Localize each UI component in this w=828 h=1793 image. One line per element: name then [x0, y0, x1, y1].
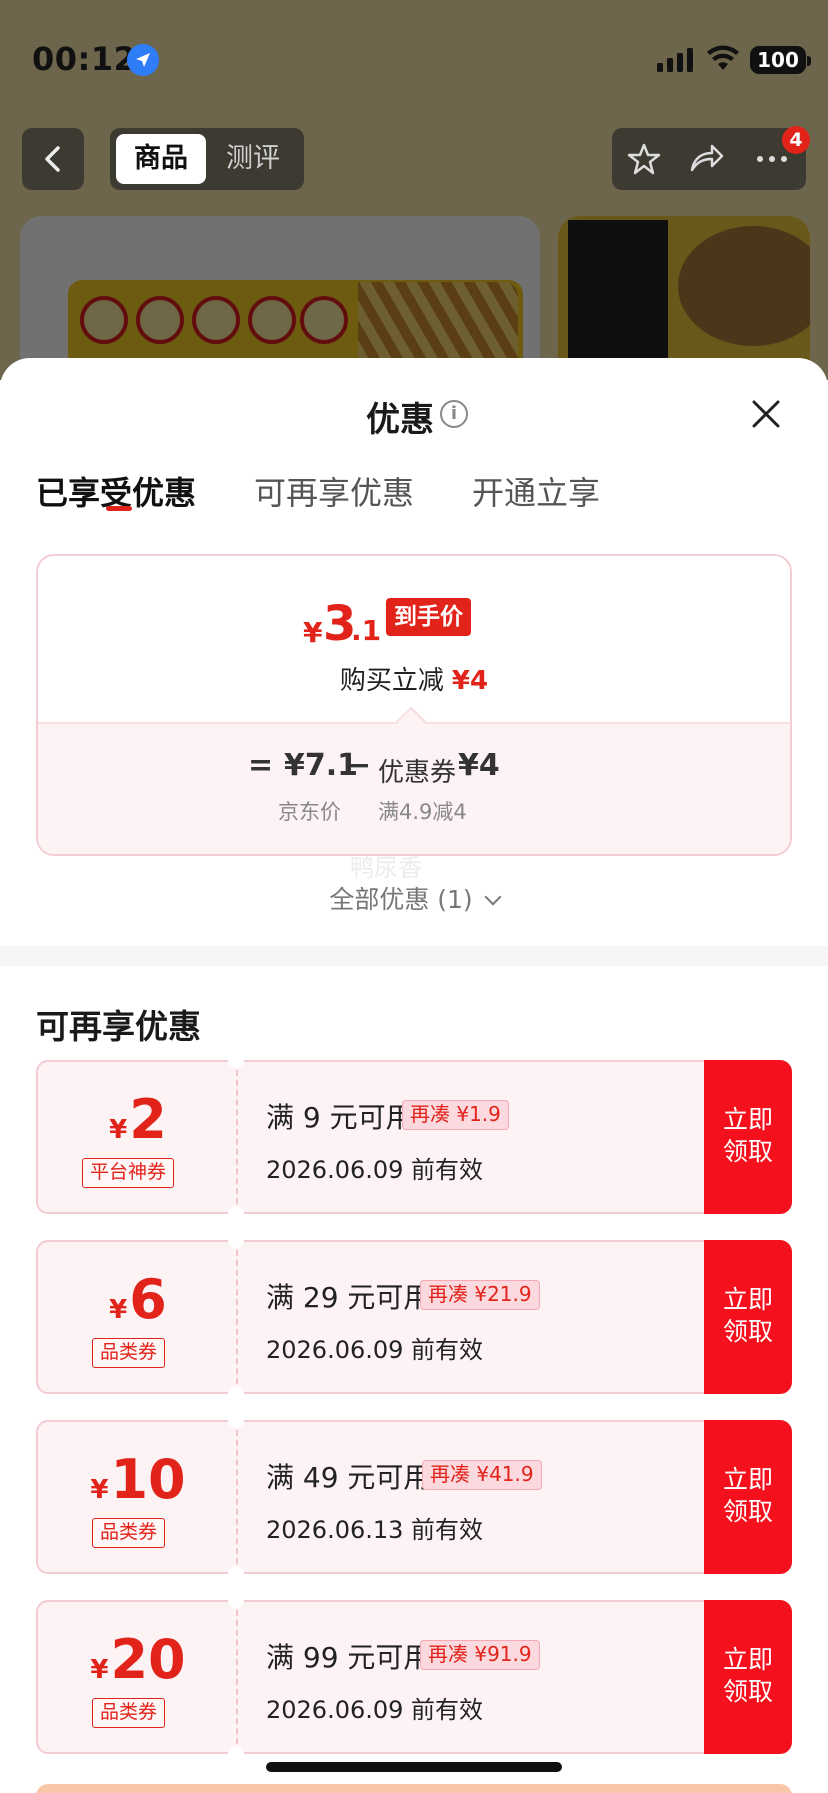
promotions-sheet: 优惠 i 已享受优惠 可再享优惠 开通立享 ¥ 3 .1 到手价 购买立减 ¥4 …: [0, 358, 828, 1793]
sheet-title: 优惠: [0, 392, 828, 441]
equals-sign: =: [248, 748, 274, 783]
claim-coupon-button[interactable]: 立即 领取: [704, 1060, 792, 1214]
final-price-decimal: .1: [351, 614, 382, 647]
chevron-down-icon: [484, 888, 502, 906]
tab-product[interactable]: 商品: [116, 134, 206, 184]
coupon-condition: 满 49 元可用: [266, 1461, 432, 1494]
claim-coupon-button[interactable]: 立即 领取: [704, 1420, 792, 1574]
section-divider: [0, 946, 828, 966]
info-icon[interactable]: i: [440, 400, 468, 428]
next-coupon-peek: [36, 1784, 792, 1793]
back-button[interactable]: [22, 128, 84, 190]
coupon-notch: [228, 1052, 244, 1068]
coupon-rule: 满4.9减4: [378, 800, 467, 824]
final-price-tag: 到手价: [386, 598, 471, 636]
coupon-amount: ¥20: [38, 1628, 238, 1691]
coupon-more-needed: 再凑 ¥21.9: [420, 1280, 540, 1310]
coupon-notch: [228, 1746, 244, 1762]
coupon-expiry: 2026.06.13 前有效: [266, 1516, 484, 1544]
coupon-more-needed: 再凑 ¥1.9: [402, 1100, 509, 1130]
coupon-amount: ¥4: [458, 748, 500, 783]
coupon-value-panel: ¥10 品类券: [36, 1420, 236, 1574]
claim-coupon-button[interactable]: 立即 领取: [704, 1600, 792, 1754]
status-bar: 00:12 100: [0, 0, 828, 110]
coupon-expiry: 2026.06.09 前有效: [266, 1156, 484, 1184]
coupon-details: 满 49 元可用 再凑 ¥41.9 2026.06.13 前有效: [236, 1420, 706, 1574]
coupon-card: ¥20 品类券 满 99 元可用 再凑 ¥91.9 2026.06.09 前有效…: [36, 1592, 792, 1762]
tab-review[interactable]: 测评: [208, 134, 298, 184]
tab-underline: [106, 506, 132, 511]
coupon-condition: 满 9 元可用: [266, 1101, 414, 1134]
jd-price-label: 京东价: [278, 800, 341, 824]
coupon-type-badge: 品类券: [92, 1698, 166, 1728]
tab-more-available[interactable]: 可再享优惠: [254, 468, 414, 514]
notification-badge: 4: [782, 126, 810, 154]
coupon-details: 满 9 元可用 再凑 ¥1.9 2026.06.09 前有效: [236, 1060, 706, 1214]
coupon-type-badge: 平台神券: [82, 1158, 175, 1188]
coupon-notch: [228, 1592, 244, 1608]
coupon-value: 2: [129, 1088, 167, 1151]
coupon-notch: [228, 1206, 244, 1222]
minus-sign: −: [346, 748, 372, 783]
sheet-title-text: 优惠: [366, 400, 434, 440]
close-icon[interactable]: [746, 394, 786, 434]
coupon-value-panel: ¥6 品类券: [36, 1240, 236, 1394]
coupon-notch: [228, 1386, 244, 1402]
coupon-expiry: 2026.06.09 前有效: [266, 1696, 484, 1724]
coupon-card: ¥2 平台神券 满 9 元可用 再凑 ¥1.9 2026.06.09 前有效 立…: [36, 1052, 792, 1222]
all-promotions-link[interactable]: 全部优惠 (1): [0, 880, 828, 916]
coupon-label: 优惠券: [378, 758, 457, 788]
view-switcher: 商品 测评: [110, 128, 304, 190]
coupon-currency: ¥: [90, 1655, 109, 1685]
coupon-value: 6: [129, 1268, 167, 1331]
star-icon[interactable]: [626, 142, 662, 176]
coupon-more-needed: 再凑 ¥41.9: [422, 1460, 542, 1490]
all-promotions-label: 全部优惠 (1): [329, 885, 473, 914]
status-time: 00:12: [32, 40, 137, 78]
coupon-value: 10: [110, 1448, 186, 1511]
coupon-details: 满 99 元可用 再凑 ¥91.9 2026.06.09 前有效: [236, 1600, 706, 1754]
enjoyed-discount-card: ¥ 3 .1 到手价 购买立减 ¥4 = ¥7.1 − 优惠券 ¥4 京东价 满4…: [36, 554, 792, 856]
claim-coupon-button[interactable]: 立即 领取: [704, 1240, 792, 1394]
coupon-notch: [228, 1232, 244, 1248]
coupon-card: ¥10 品类券 满 49 元可用 再凑 ¥41.9 2026.06.13 前有效…: [36, 1412, 792, 1582]
coupon-notch: [228, 1412, 244, 1428]
coupon-condition: 满 29 元可用: [266, 1281, 432, 1314]
coupon-amount: ¥10: [38, 1448, 238, 1511]
coupon-details: 满 29 元可用 再凑 ¥21.9 2026.06.09 前有效: [236, 1240, 706, 1394]
final-price-currency: ¥: [303, 616, 323, 649]
wifi-icon: [707, 45, 739, 70]
coupon-type-badge: 品类券: [92, 1518, 166, 1548]
coupon-value: 20: [110, 1628, 186, 1691]
tab-membership[interactable]: 开通立享: [472, 468, 600, 514]
share-icon[interactable]: [688, 142, 724, 176]
coupon-value-panel: ¥20 品类券: [36, 1600, 236, 1754]
battery-icon: 100: [750, 46, 811, 74]
coupon-amount: ¥6: [38, 1268, 238, 1331]
coupon-type-badge: 品类券: [92, 1338, 166, 1368]
section-title: 可再享优惠: [36, 1007, 201, 1046]
coupon-expiry: 2026.06.09 前有效: [266, 1336, 484, 1364]
back-icon: [45, 146, 60, 172]
coupon-value-panel: ¥2 平台神券: [36, 1060, 236, 1214]
instant-discount-label: 购买立减: [339, 666, 444, 696]
price-breakdown: [38, 722, 790, 854]
coupon-amount: ¥2: [38, 1088, 238, 1151]
instant-discount: 购买立减 ¥4: [38, 660, 790, 697]
location-icon: [127, 44, 159, 76]
coupon-notch: [228, 1566, 244, 1582]
nav-actions: [612, 128, 806, 190]
watermark-text: 鸭尿香: [350, 854, 422, 882]
signal-icon: [657, 48, 693, 72]
coupon-condition: 满 99 元可用: [266, 1641, 432, 1674]
instant-discount-amount: ¥4: [451, 666, 489, 696]
coupon-currency: ¥: [109, 1295, 128, 1325]
coupon-currency: ¥: [90, 1475, 109, 1505]
coupon-card: ¥6 品类券 满 29 元可用 再凑 ¥21.9 2026.06.09 前有效 …: [36, 1232, 792, 1402]
coupon-more-needed: 再凑 ¥91.9: [420, 1640, 540, 1670]
home-indicator[interactable]: [266, 1762, 562, 1772]
coupon-currency: ¥: [109, 1115, 128, 1145]
